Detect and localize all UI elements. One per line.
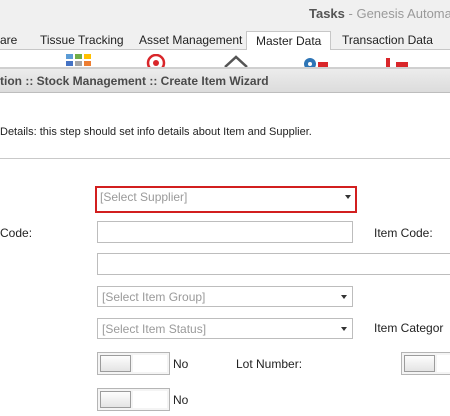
toggle-track xyxy=(437,355,450,372)
code-label: Code: xyxy=(0,226,33,240)
cart-icon[interactable] xyxy=(384,54,412,67)
item-group-select[interactable]: [Select Item Group] xyxy=(97,286,353,307)
lot-number-label: Lot Number: xyxy=(236,357,303,371)
toggle-2-label: No xyxy=(173,393,189,407)
toggle-knob xyxy=(100,355,131,372)
ribbon-tabs: are Tissue Tracking Asset Management Mas… xyxy=(0,28,450,51)
ribbon-icon-strip xyxy=(0,50,450,68)
tab-transaction-data[interactable]: Transaction Data xyxy=(342,31,433,51)
divider xyxy=(0,158,450,159)
grid-icon[interactable] xyxy=(66,54,92,67)
toggle-knob xyxy=(100,391,131,408)
target-icon[interactable] xyxy=(145,53,167,67)
breadcrumb-bar: tion :: Stock Management :: Create Item … xyxy=(0,68,450,93)
window-title: Tasks - Genesis Automat xyxy=(309,6,450,21)
code-field[interactable] xyxy=(97,221,353,243)
item-code-label: Item Code: xyxy=(374,226,433,240)
tab-tissue-tracking[interactable]: Tissue Tracking xyxy=(40,31,124,51)
toggle-knob xyxy=(404,355,435,372)
item-category-label: Item Categor xyxy=(374,321,444,335)
toggle-1-label: No xyxy=(173,357,189,371)
home-icon[interactable] xyxy=(223,54,249,67)
lot-number-toggle[interactable] xyxy=(401,352,450,375)
chevron-down-icon xyxy=(341,327,347,331)
step-description: Details: this step should set info detai… xyxy=(0,126,312,138)
window-title-app: Genesis Automat xyxy=(356,6,450,21)
tab-asset-management[interactable]: Asset Management xyxy=(139,31,242,51)
toggle-track xyxy=(133,391,167,408)
breadcrumb: tion :: Stock Management :: Create Item … xyxy=(0,74,269,88)
title-bar: Tasks - Genesis Automat xyxy=(0,0,450,28)
toggle-track xyxy=(133,355,167,372)
chevron-down-icon xyxy=(341,295,347,299)
toggle-switch-2[interactable] xyxy=(97,388,170,411)
item-group-placeholder: [Select Item Group] xyxy=(102,290,206,304)
window-title-separator: - xyxy=(344,6,357,21)
window-title-main: Tasks xyxy=(309,6,345,21)
item-status-select[interactable]: [Select Item Status] xyxy=(97,318,353,339)
item-status-placeholder: [Select Item Status] xyxy=(102,322,207,336)
tab-software[interactable]: are xyxy=(0,31,17,51)
toggle-switch-1[interactable] xyxy=(97,352,170,375)
tab-master-data[interactable]: Master Data xyxy=(246,31,332,51)
location-icon[interactable] xyxy=(300,54,332,67)
chevron-down-icon xyxy=(345,195,351,199)
supplier-select[interactable]: [Select Supplier] xyxy=(95,186,357,213)
supplier-select-placeholder: [Select Supplier] xyxy=(100,190,188,204)
item-name-field[interactable] xyxy=(97,253,450,275)
